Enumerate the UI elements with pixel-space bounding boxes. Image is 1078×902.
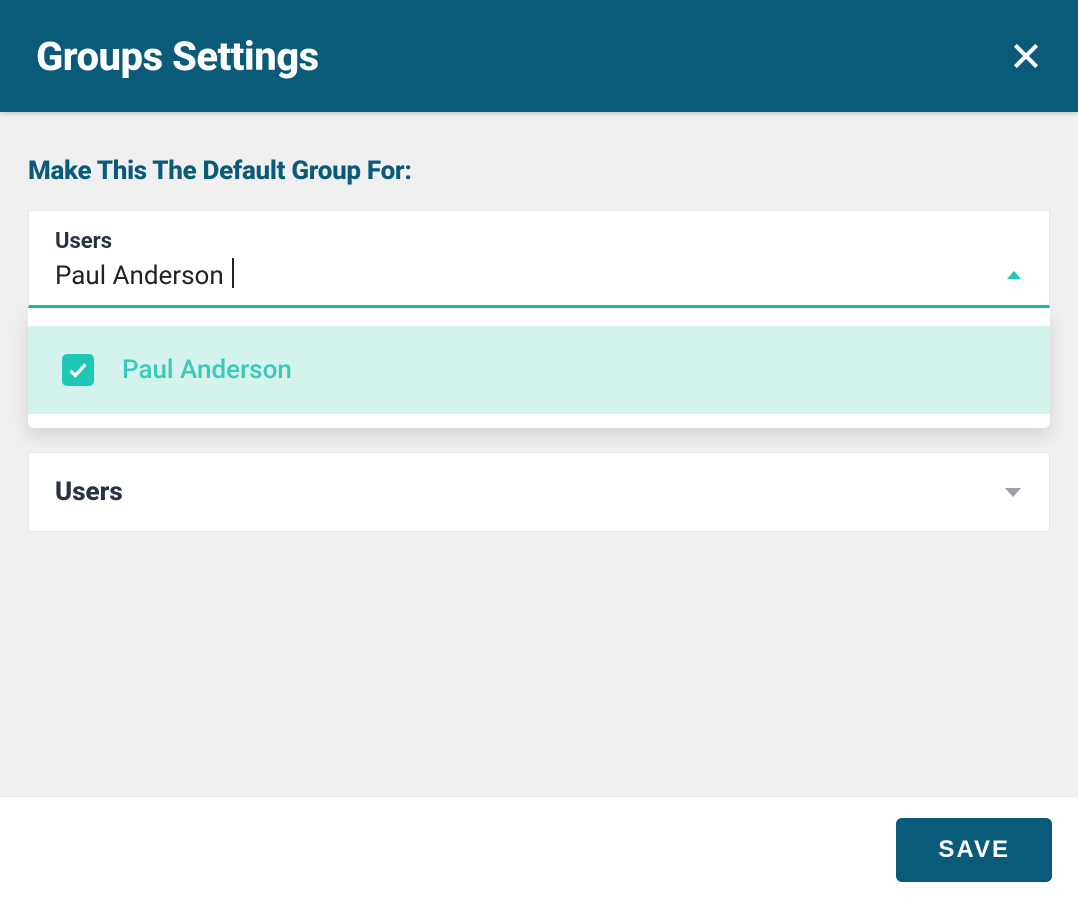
chevron-down-icon[interactable] (1003, 486, 1023, 498)
checkbox-checked-icon[interactable] (62, 354, 94, 386)
section-label: Make This The Default Group For: (28, 156, 1050, 186)
modal-title: Groups Settings (36, 33, 319, 80)
secondary-users-select[interactable]: Users (28, 452, 1050, 532)
users-select-value-text: Paul Anderson (55, 261, 224, 291)
users-option-label: Paul Anderson (122, 355, 292, 385)
users-option[interactable]: Paul Anderson (28, 326, 1050, 414)
groups-settings-modal: Groups Settings Make This The Default Gr… (0, 0, 1078, 902)
text-cursor (232, 258, 234, 288)
close-icon[interactable] (1010, 40, 1042, 72)
modal-body: Make This The Default Group For: Users P… (0, 112, 1078, 796)
modal-footer: SAVE (0, 796, 1078, 902)
modal-header: Groups Settings (0, 0, 1078, 112)
users-select[interactable]: Users Paul Anderson (28, 210, 1050, 308)
chevron-up-icon[interactable] (1005, 269, 1023, 281)
users-select-label: Users (55, 229, 1023, 254)
users-select-value-row: Paul Anderson (55, 258, 1023, 291)
secondary-users-select-label: Users (55, 477, 123, 507)
save-button[interactable]: SAVE (896, 818, 1052, 882)
users-select-value: Paul Anderson (55, 258, 234, 291)
users-dropdown: Paul Anderson (28, 308, 1050, 428)
